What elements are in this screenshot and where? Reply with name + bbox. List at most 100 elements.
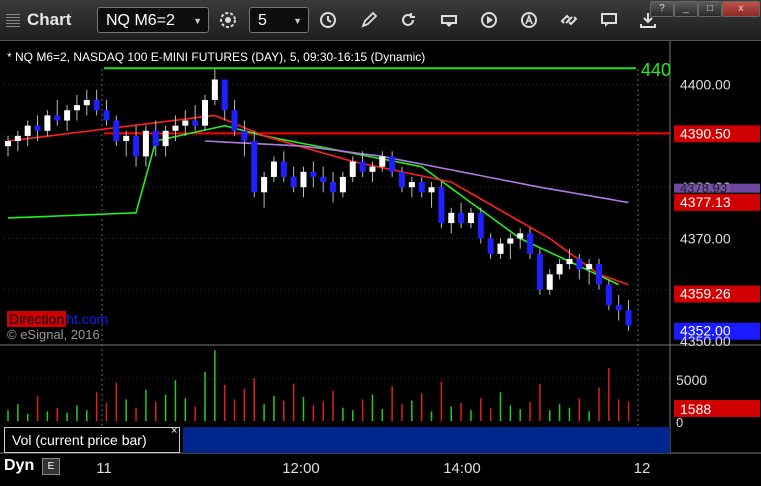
- candle-body: [270, 161, 277, 177]
- drag-grip-icon[interactable]: [6, 14, 20, 28]
- candle-body: [5, 141, 11, 147]
- time-axis-label: 12: [634, 460, 651, 477]
- price-axis-label: 4370.00: [680, 230, 731, 246]
- candle-body: [458, 212, 465, 224]
- get-icon: [441, 15, 457, 27]
- candle-body: [44, 115, 51, 131]
- candle-body: [428, 187, 435, 193]
- volume-panel-label[interactable]: Vol (current price bar): [4, 427, 180, 453]
- candle-body: [556, 264, 563, 275]
- candle-body: [14, 135, 21, 142]
- interval-value: 5: [258, 12, 267, 29]
- play-icon: [481, 12, 497, 28]
- volume-panel-bar: [183, 427, 670, 453]
- refresh-button[interactable]: [393, 7, 423, 33]
- minimize-button[interactable]: _: [674, 1, 698, 17]
- candle-body: [576, 258, 583, 270]
- settings-button[interactable]: [213, 7, 243, 33]
- play-button[interactable]: [474, 7, 504, 33]
- candle-body: [517, 233, 524, 239]
- candle-body: [349, 161, 356, 177]
- candle-body: [221, 79, 228, 111]
- candle-body: [300, 171, 307, 188]
- settings-icon: [220, 12, 236, 28]
- clock-button[interactable]: [313, 7, 343, 33]
- candle-body: [536, 253, 543, 290]
- get-button[interactable]: [434, 7, 464, 33]
- candle-body: [418, 182, 425, 193]
- candle-body: [310, 171, 317, 177]
- chart-background: [0, 41, 761, 481]
- candle-body: [172, 125, 179, 131]
- candle-body: [93, 100, 100, 111]
- watermark-brand-red: Direction: [7, 311, 67, 327]
- candle-body: [231, 110, 238, 131]
- candle-body: [477, 212, 484, 239]
- app-title: Chart: [27, 10, 72, 29]
- candle-body: [251, 141, 258, 193]
- watermark-brand-blue: ht.com: [66, 311, 109, 327]
- candle-body: [389, 156, 396, 172]
- candle-body: [379, 156, 386, 167]
- chat-icon: [601, 13, 617, 27]
- candle-body: [487, 238, 494, 254]
- candle-body: [359, 161, 366, 172]
- candle-body: [54, 115, 61, 121]
- dynamic-settings-icon[interactable]: E: [42, 458, 60, 475]
- candle-body: [83, 100, 90, 106]
- candle-body: [369, 166, 376, 172]
- price-axis-label: 4350.00: [680, 333, 731, 349]
- candle-body: [438, 187, 445, 224]
- price-axis-label: 4400.00: [680, 77, 731, 93]
- symbol-field[interactable]: NQ M6=2 ▼: [97, 7, 209, 33]
- link-button[interactable]: [554, 7, 584, 33]
- price-axis-label: 4377.13: [680, 194, 731, 210]
- candle-body: [566, 258, 573, 265]
- candle-body: [64, 110, 71, 121]
- candle-body: [615, 305, 622, 311]
- chevron-down-icon[interactable]: ▼: [193, 8, 202, 34]
- candle-body: [182, 120, 189, 126]
- close-button[interactable]: x: [722, 1, 760, 17]
- candle-body: [399, 171, 405, 188]
- candle-body: [280, 161, 287, 177]
- candle-body: [241, 130, 248, 142]
- candle-body: [162, 130, 169, 147]
- candle-body: [596, 264, 602, 285]
- candle-body: [408, 182, 415, 188]
- candle-body: [133, 135, 140, 157]
- candle-body: [261, 176, 268, 193]
- candle-body: [586, 264, 593, 270]
- interval-field[interactable]: 5 ▼: [249, 7, 309, 33]
- alert-button[interactable]: [514, 7, 544, 33]
- candle-body: [211, 79, 218, 101]
- pencil-icon: [361, 11, 378, 28]
- candle-body: [625, 310, 632, 326]
- link-icon: [560, 14, 578, 26]
- volume-axis-label: 5000: [676, 372, 707, 388]
- price-axis-label: 4359.26: [680, 286, 731, 302]
- chart-subtitle: * NQ M6=2, NASDAQ 100 E-MINI FUTURES (DA…: [7, 50, 425, 64]
- candle-body: [546, 274, 553, 290]
- price-axis-label: 4378.93: [680, 181, 727, 196]
- draw-button[interactable]: [354, 7, 384, 33]
- candle-body: [34, 125, 41, 131]
- green-level-label: 440: [641, 60, 671, 80]
- candle-body: [320, 176, 327, 183]
- candle-body: [497, 243, 504, 254]
- candle-body: [152, 130, 159, 147]
- chart-area[interactable]: 440 4400.004390.504380.004377.134370.004…: [0, 41, 761, 481]
- volume-panel-close-icon[interactable]: ×: [171, 425, 177, 437]
- candle-body: [467, 212, 474, 224]
- candle-body: [605, 284, 612, 306]
- candle-body: [192, 120, 199, 126]
- candle-body: [448, 212, 455, 224]
- chat-button[interactable]: [594, 7, 624, 33]
- chevron-down-icon[interactable]: ▼: [293, 8, 302, 34]
- maximize-button[interactable]: □: [698, 1, 722, 17]
- help-button[interactable]: ?: [650, 1, 674, 17]
- candle-body: [113, 120, 120, 142]
- refresh-icon: [402, 13, 415, 26]
- dynamic-label[interactable]: Dyn: [4, 457, 34, 475]
- alert-icon: [521, 12, 537, 28]
